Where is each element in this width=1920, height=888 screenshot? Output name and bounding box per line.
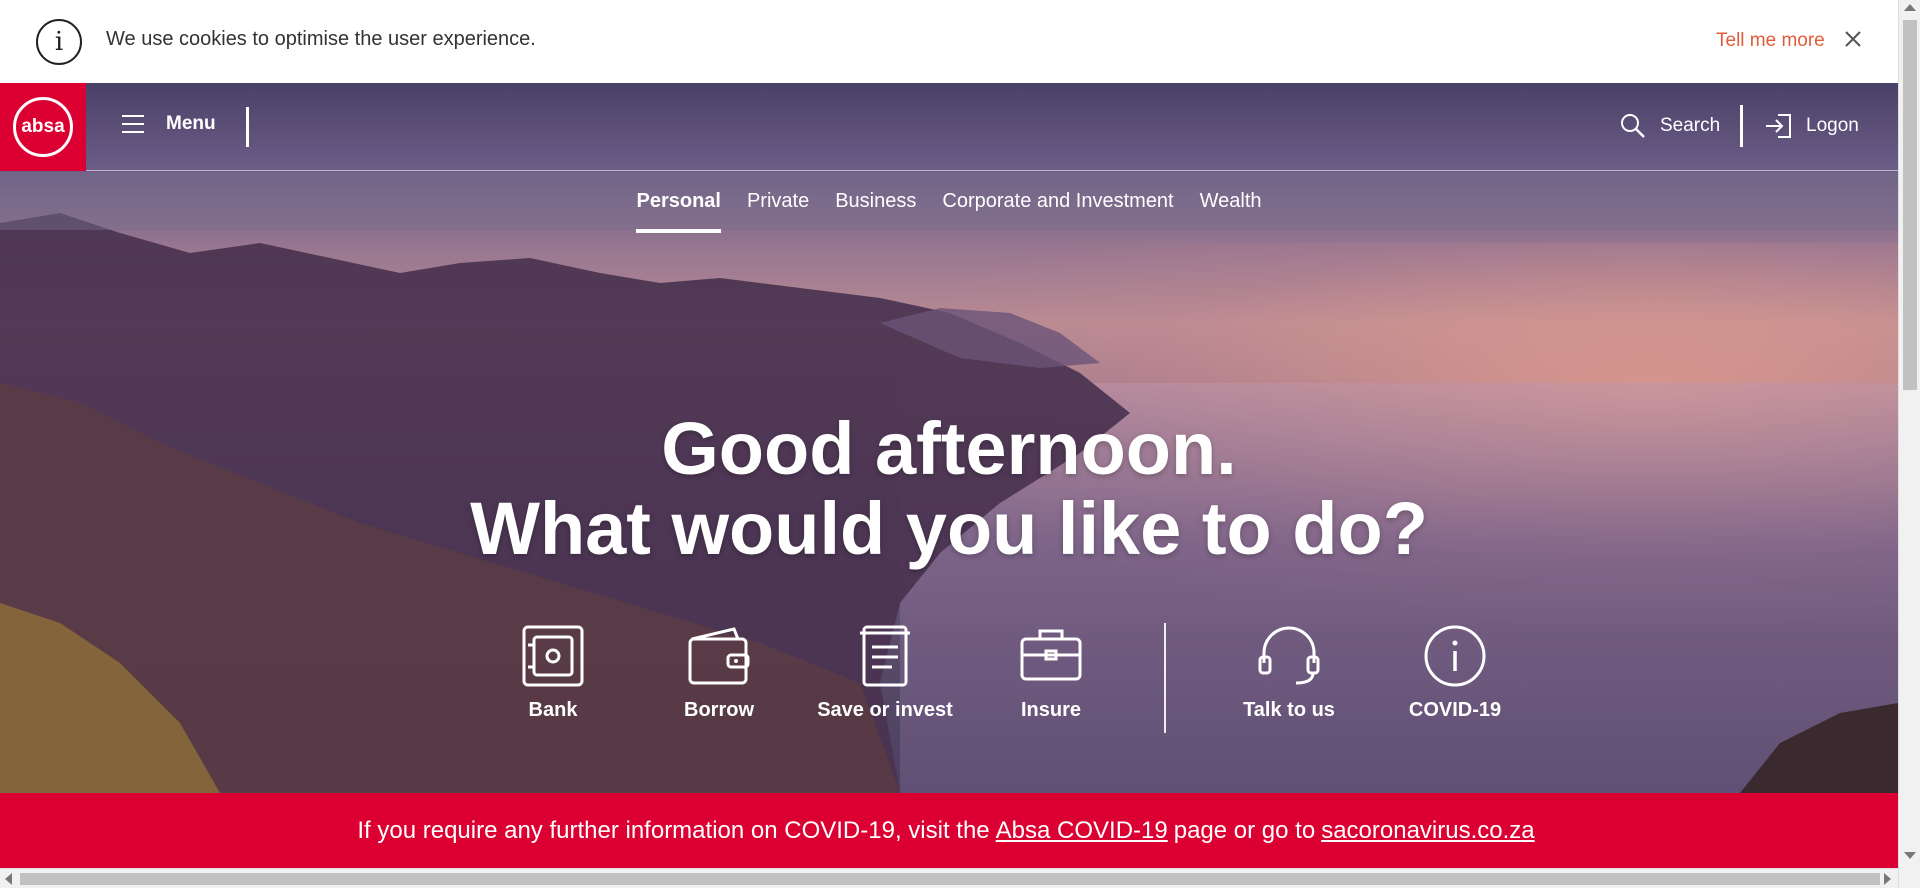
- tab-personal[interactable]: Personal: [636, 182, 722, 233]
- logo-text: absa: [13, 97, 73, 157]
- briefcase-icon: [1020, 629, 1082, 681]
- search-label: Search: [1660, 115, 1721, 136]
- wallet-icon: [688, 627, 750, 685]
- action-label: Borrow: [684, 699, 754, 721]
- action-label: Save or invest: [817, 699, 953, 721]
- covid-banner: If you require any further information o…: [0, 793, 1898, 868]
- logon-label: Logon: [1806, 115, 1859, 136]
- covid-banner-middle: page or go to: [1173, 816, 1316, 844]
- action-bank[interactable]: Bank: [470, 623, 636, 722]
- tab-wealth[interactable]: Wealth: [1200, 182, 1262, 221]
- action-label: Talk to us: [1243, 699, 1335, 721]
- menu-label: Menu: [166, 113, 216, 134]
- cookie-bar: i We use cookies to optimise the user ex…: [0, 0, 1898, 83]
- menu-divider: [246, 107, 249, 147]
- actions-divider: [1164, 623, 1166, 733]
- tab-business[interactable]: Business: [835, 182, 916, 221]
- tab-private[interactable]: Private: [747, 182, 809, 221]
- logon-button[interactable]: Logon: [1764, 113, 1859, 139]
- header-divider: [1740, 105, 1743, 147]
- hero: absa Menu Search Logon Personal Private: [0, 83, 1898, 793]
- hamburger-icon: [122, 115, 144, 133]
- info-icon: i: [36, 19, 82, 65]
- absa-covid-link[interactable]: Absa COVID-19: [996, 817, 1168, 845]
- greeting-line-2: What would you like to do?: [470, 487, 1428, 570]
- action-borrow[interactable]: Borrow: [636, 623, 802, 722]
- action-save-or-invest[interactable]: Save or invest: [802, 623, 968, 722]
- scroll-up-arrow-icon[interactable]: [1904, 4, 1916, 11]
- safe-icon: [522, 625, 584, 687]
- document-icon: [860, 625, 910, 687]
- scroll-left-arrow-icon[interactable]: [5, 873, 12, 885]
- scroll-down-arrow-icon[interactable]: [1904, 852, 1916, 859]
- covid-banner-prefix: If you require any further information o…: [357, 816, 990, 844]
- segment-nav: Personal Private Business Corporate and …: [0, 172, 1898, 233]
- top-header: absa Menu Search Logon: [0, 83, 1898, 171]
- action-insure[interactable]: Insure: [968, 623, 1134, 722]
- login-icon: [1766, 114, 1791, 138]
- tab-corporate-and-investment[interactable]: Corporate and Investment: [942, 182, 1173, 221]
- absa-logo[interactable]: absa: [0, 83, 86, 171]
- close-icon[interactable]: [1842, 28, 1864, 50]
- hero-greeting: Good afternoon. What would you like to d…: [0, 409, 1898, 569]
- action-label: Insure: [1020, 699, 1082, 721]
- greeting-line-1: Good afternoon.: [661, 407, 1237, 490]
- tell-me-more-link[interactable]: Tell me more: [1716, 30, 1825, 52]
- action-label: COVID-19: [1408, 699, 1502, 721]
- scroll-right-arrow-icon[interactable]: [1884, 873, 1891, 885]
- search-button[interactable]: Search: [1620, 113, 1720, 139]
- search-icon: [1621, 114, 1645, 138]
- action-covid-19[interactable]: COVID-19: [1372, 623, 1538, 722]
- vertical-scrollbar-thumb[interactable]: [1903, 20, 1917, 390]
- info-icon: [1424, 625, 1486, 687]
- action-label: Bank: [528, 699, 578, 721]
- vertical-scrollbar[interactable]: [1898, 0, 1920, 888]
- cookie-message: We use cookies to optimise the user expe…: [106, 28, 536, 50]
- sacoronavirus-link[interactable]: sacoronavirus.co.za: [1321, 817, 1534, 845]
- menu-button[interactable]: Menu: [122, 113, 216, 135]
- action-talk-to-us[interactable]: Talk to us: [1206, 623, 1372, 722]
- quick-actions: Bank Borrow Save or invest Insure Talk t…: [470, 623, 1538, 743]
- horizontal-scrollbar-thumb[interactable]: [20, 873, 1880, 885]
- horizontal-scrollbar[interactable]: [0, 868, 1898, 888]
- headset-icon: [1258, 626, 1320, 685]
